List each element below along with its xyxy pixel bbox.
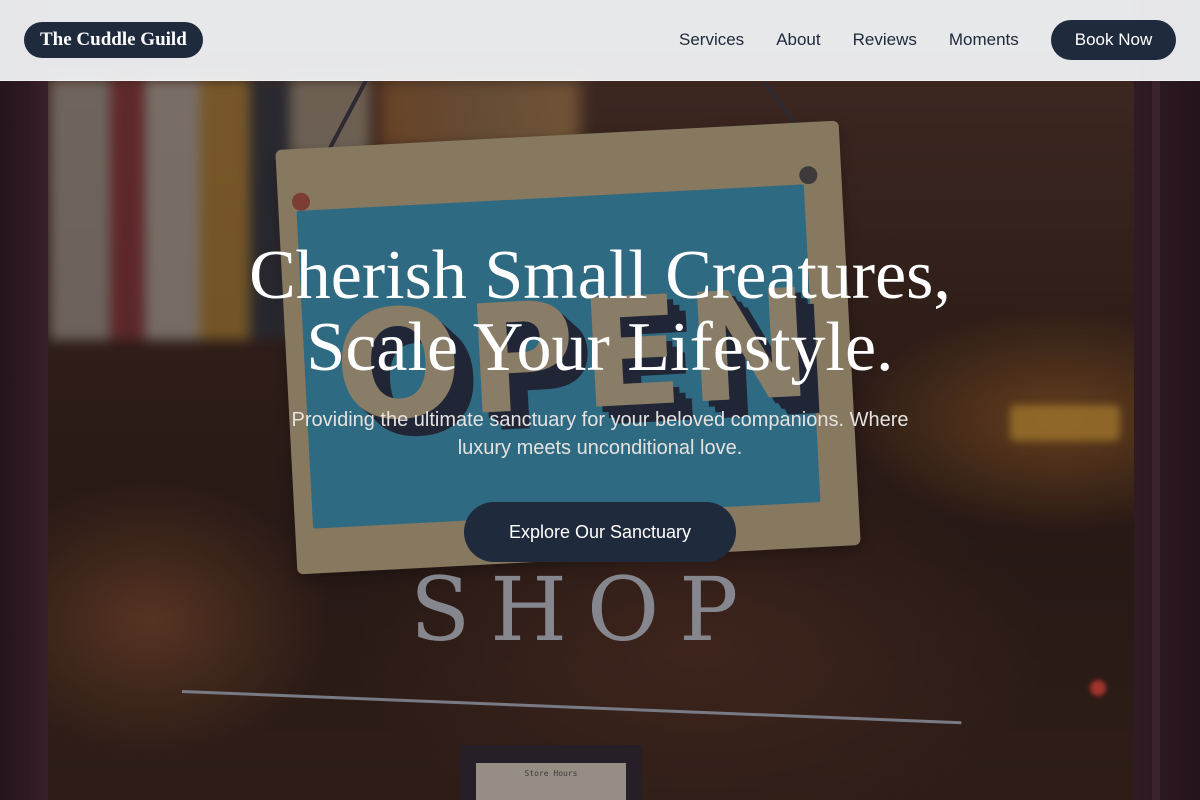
brand-logo[interactable]: The Cuddle Guild — [24, 22, 203, 58]
hero-subtitle: Providing the ultimate sanctuary for you… — [291, 409, 909, 459]
nav-link-reviews[interactable]: Reviews — [837, 20, 933, 60]
navbar: The Cuddle Guild Services About Reviews … — [0, 0, 1200, 81]
nav-link-about[interactable]: About — [760, 20, 836, 60]
nav-link-services[interactable]: Services — [663, 20, 760, 60]
hero-title-line-2: Scale Your Lifestyle. — [306, 309, 894, 386]
explore-sanctuary-button[interactable]: Explore Our Sanctuary — [464, 502, 736, 562]
hero-title: Cherish Small Creatures, Scale Your Life… — [150, 240, 1050, 384]
hero-title-line-1: Cherish Small Creatures, — [249, 237, 951, 314]
hero-dark-overlay — [0, 0, 1200, 800]
nav-link-moments[interactable]: Moments — [933, 20, 1035, 60]
nav-links: Services About Reviews Moments — [663, 20, 1035, 60]
book-now-button[interactable]: Book Now — [1051, 20, 1176, 60]
